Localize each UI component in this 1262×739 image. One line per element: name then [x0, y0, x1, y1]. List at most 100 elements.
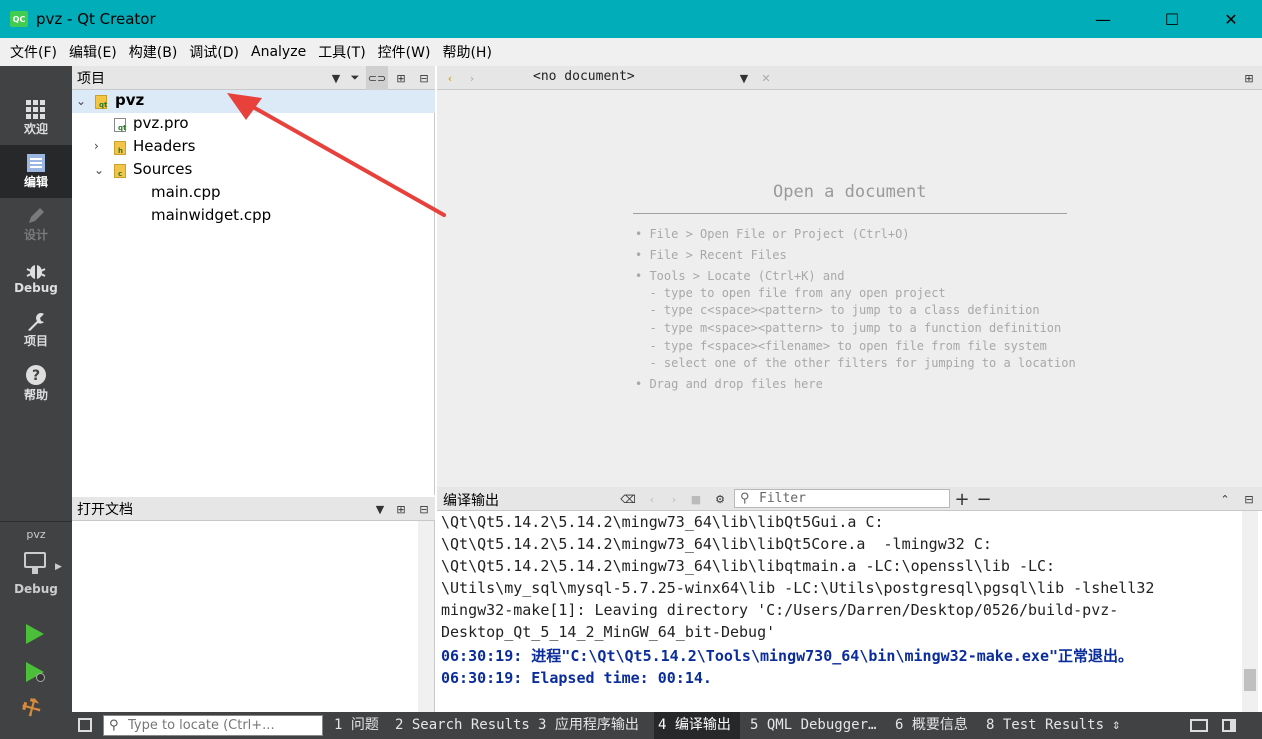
filter-placeholder: Filter	[759, 491, 806, 506]
prev-item-icon[interactable]: ‹	[641, 487, 663, 511]
mode-edit[interactable]: 编辑	[0, 145, 72, 198]
hint-line: - type m<space><pattern> to jump to a fu…	[635, 321, 1062, 335]
document-dropdown-icon[interactable]: ▼	[733, 66, 755, 90]
menu-tools[interactable]: 工具(T)	[312, 42, 371, 62]
next-item-icon[interactable]: ›	[663, 487, 685, 511]
open-documents-title: 打开文档	[77, 501, 133, 518]
mode-debug[interactable]: Debug	[0, 251, 72, 304]
close-document-icon[interactable]: ✕	[755, 66, 777, 90]
output-line: Desktop_Qt_5_14_2_MinGW_64_bit-Debug'	[441, 623, 776, 641]
close-button[interactable]: ✕	[1208, 0, 1254, 38]
kit-build-label: Debug	[14, 582, 58, 596]
menu-bar: 文件(F) 编辑(E) 构建(B) 调试(D) Analyze 工具(T) 控件…	[0, 38, 1262, 66]
clear-output-icon[interactable]: ⌫	[617, 487, 639, 511]
open-documents-list[interactable]	[72, 521, 435, 712]
split-editor-icon[interactable]: ⊞	[1238, 66, 1260, 90]
mode-label: 欢迎	[23, 122, 48, 136]
minimize-button[interactable]: —	[1080, 0, 1126, 38]
sources-folder-icon: c	[114, 164, 126, 178]
output-scrollbar[interactable]	[1242, 511, 1258, 712]
tab-search-results[interactable]: 2 Search Results	[391, 712, 530, 739]
kit-project-label: pvz	[26, 528, 46, 541]
editor-area[interactable]: Open a document • File > Open File or Pr…	[437, 90, 1262, 487]
mode-welcome[interactable]: 欢迎	[0, 92, 72, 145]
compile-output-text[interactable]: \Qt\Qt5.14.2\5.14.2\mingw73_64\lib\libQt…	[437, 511, 1262, 712]
tree-item-project[interactable]: ⌄ qt pvz	[72, 90, 435, 113]
menu-analyze[interactable]: Analyze	[245, 44, 312, 60]
expand-arrow-icon[interactable]: ›	[94, 139, 99, 153]
title-divider	[633, 213, 1067, 214]
maximize-pane-icon[interactable]: ⌃	[1214, 487, 1236, 511]
tree-item-sources[interactable]: ⌄ c Sources	[72, 159, 435, 182]
maximize-button[interactable]: ☐	[1149, 0, 1195, 38]
tab-compile-output[interactable]: 4 编译输出	[654, 712, 740, 739]
toggle-right-sidebar-icon[interactable]	[1222, 719, 1236, 732]
kit-selector-arrow-icon[interactable]: ▶	[55, 562, 62, 572]
more-tabs-icon[interactable]: ⇕	[1112, 712, 1128, 739]
project-panel-title: 项目	[77, 70, 105, 87]
tree-label: mainwidget.cpp	[151, 206, 272, 224]
output-filter-input[interactable]: ⚲ Filter	[734, 489, 950, 508]
mode-sidebar: 欢迎 编辑 设计 Debug 项目 ? 帮助 pvz ▶ Debug ⚒	[0, 66, 72, 739]
edit-document-icon	[27, 154, 45, 172]
tab-general-messages[interactable]: 6 概要信息	[891, 712, 977, 739]
menu-widgets[interactable]: 控件(W)	[372, 42, 437, 62]
hint-line: - select one of the other filters for ju…	[635, 356, 1076, 370]
dropdown-icon[interactable]: ▼	[369, 497, 391, 521]
tab-test-results[interactable]: 8 Test Results	[982, 712, 1104, 739]
run-button[interactable]	[26, 624, 44, 644]
menu-debug[interactable]: 调试(D)	[183, 42, 245, 62]
menu-build[interactable]: 构建(B)	[123, 42, 184, 62]
output-line: \Qt\Qt5.14.2\5.14.2\mingw73_64\lib\libQt…	[441, 513, 884, 531]
zoom-out-button[interactable]: −	[973, 487, 995, 511]
tab-qml-debugger[interactable]: 5 QML Debugger…	[746, 712, 880, 739]
close-panel-icon[interactable]: ⊟	[413, 66, 435, 90]
kit-selector-monitor-icon[interactable]	[24, 552, 46, 568]
collapse-arrow-icon[interactable]: ⌄	[94, 163, 104, 177]
pencil-icon	[29, 208, 44, 223]
close-panel-icon[interactable]: ⊟	[413, 497, 435, 521]
tree-item-pro-file[interactable]: qt pvz.pro	[72, 113, 435, 136]
status-bar: ⚲ Type to locate (Ctrl+... 1 问题 2 Search…	[72, 712, 1262, 739]
locator-input[interactable]: ⚲ Type to locate (Ctrl+...	[103, 715, 323, 736]
tab-issues[interactable]: 1 问题	[330, 712, 386, 739]
mode-label: 项目	[23, 334, 48, 348]
back-arrow-icon[interactable]: ‹	[439, 66, 461, 90]
split-icon[interactable]: ⊞	[390, 66, 412, 90]
mode-design[interactable]: 设计	[0, 198, 72, 251]
tree-item-main-cpp[interactable]: main.cpp	[72, 182, 435, 205]
svg-text:?: ?	[32, 368, 40, 384]
grid-icon	[26, 100, 45, 119]
hint-line: - type to open file from any open projec…	[635, 286, 946, 300]
menu-file[interactable]: 文件(F)	[4, 42, 63, 62]
output-line: \Qt\Qt5.14.2\5.14.2\mingw73_64\lib\libQt…	[441, 535, 992, 553]
locator-placeholder: Type to locate (Ctrl+...	[128, 718, 275, 733]
zoom-in-button[interactable]: +	[951, 487, 973, 511]
link-icon[interactable]: ⊂⊃	[366, 66, 388, 90]
document-combo[interactable]: <no document>	[533, 69, 635, 84]
split-icon[interactable]: ⊞	[390, 497, 412, 521]
toggle-output-pane-icon[interactable]	[1190, 719, 1208, 732]
toggle-sidebar-icon[interactable]	[78, 718, 92, 732]
tree-item-mainwidget-cpp[interactable]: mainwidget.cpp	[72, 205, 435, 228]
settings-gear-icon[interactable]: ⚙	[709, 487, 731, 511]
build-hammer-icon[interactable]: ⚒	[17, 693, 47, 725]
forward-arrow-icon[interactable]: ›	[461, 66, 483, 90]
tab-application-output[interactable]: 3 应用程序输出	[534, 712, 646, 739]
hint-line: • Tools > Locate (Ctrl+K) and	[635, 269, 845, 283]
filter-icon[interactable]: ⏷	[344, 66, 366, 90]
open-documents-scrollbar[interactable]	[418, 521, 434, 712]
stop-icon[interactable]: ■	[685, 487, 707, 511]
menu-edit[interactable]: 编辑(E)	[63, 42, 123, 62]
hint-line: • File > Open File or Project (Ctrl+O)	[635, 227, 910, 241]
menu-help[interactable]: 帮助(H)	[436, 42, 497, 62]
close-pane-icon[interactable]: ⊟	[1238, 487, 1260, 511]
mode-label: 设计	[23, 228, 48, 242]
collapse-arrow-icon[interactable]: ⌄	[76, 94, 86, 108]
tree-item-headers[interactable]: › h Headers	[72, 136, 435, 159]
tree-label: pvz	[115, 91, 145, 109]
mode-projects[interactable]: 项目	[0, 304, 72, 357]
scrollbar-thumb[interactable]	[1244, 669, 1256, 691]
mode-help[interactable]: ? 帮助	[0, 357, 72, 410]
output-line: \Qt\Qt5.14.2\5.14.2\mingw73_64\lib\libqt…	[441, 557, 1056, 575]
